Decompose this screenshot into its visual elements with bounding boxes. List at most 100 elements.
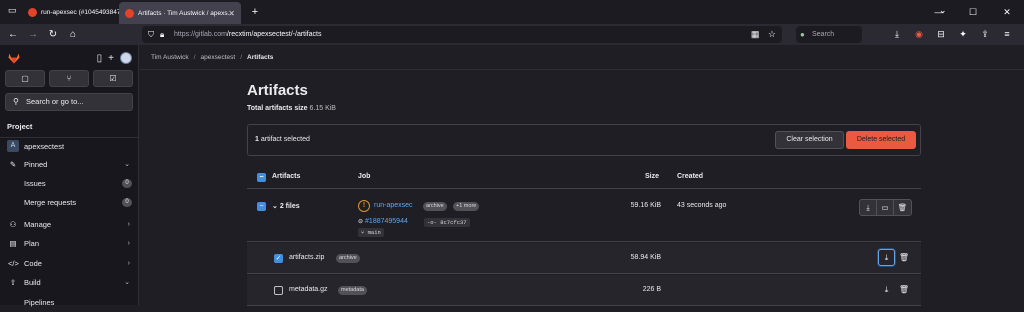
trash-icon[interactable]: 🗑︎ <box>898 249 910 266</box>
pin-icon: ✎ <box>9 160 17 169</box>
file-badge: metadata <box>338 286 367 295</box>
select-all-checkbox[interactable]: − <box>257 173 266 182</box>
total-artifacts-size: Total artifacts size 6.15 KiB <box>247 105 336 112</box>
downloads-icon[interactable]: ⤓ <box>886 26 908 43</box>
warning-status-icon[interactable]: ! <box>358 200 370 212</box>
branch-name: main <box>367 229 381 236</box>
chevron-right-icon: › <box>127 240 130 247</box>
branch-icon: ⑂ <box>361 229 368 236</box>
url-bar[interactable]: ⛉ 🔒︎ https://gitlab.com/recxtim/apexsect… <box>142 26 782 43</box>
breadcrumb-separator: / <box>193 54 196 61</box>
folder-icon[interactable]: ▭ <box>877 200 894 215</box>
expand-files-toggle[interactable]: ⌄ 2 files <box>272 202 300 210</box>
forward-icon[interactable]: → <box>24 26 42 43</box>
menu-icon[interactable]: ≡ <box>996 26 1018 43</box>
chevron-right-icon: › <box>127 260 130 267</box>
user-avatar[interactable] <box>120 52 132 64</box>
commit-sha[interactable]: -o- 8c7cfc37 <box>424 218 470 227</box>
sidebar-item-build[interactable]: ⇧ Build ⌄ <box>0 273 139 292</box>
branch-badge[interactable]: ⑂ main <box>358 228 384 237</box>
merge-requests-button[interactable]: ⑂ <box>49 70 89 87</box>
search-input[interactable]: ● Search <box>796 26 862 43</box>
selection-status: 1 artifact selected <box>255 136 310 143</box>
todos-button[interactable]: ☑ <box>93 70 133 87</box>
chevron-down-icon: ⌄ <box>124 279 130 286</box>
gitlab-favicon-icon <box>125 8 134 18</box>
share-icon[interactable]: ⇪ <box>974 26 996 43</box>
breadcrumb: Tim Austwick / apexsectest / Artifacts <box>151 54 273 61</box>
file-checkbox[interactable] <box>274 286 283 295</box>
job-link[interactable]: run-apexsec <box>374 202 413 209</box>
group-size: 59.16 KiB <box>630 202 661 209</box>
gitlab-logo-icon[interactable] <box>8 53 20 64</box>
divider <box>140 69 1024 70</box>
todo-icon: ☑ <box>109 74 117 83</box>
toggle-sidebar-icon[interactable]: ▯ <box>97 53 103 64</box>
sidebar-item-label: Pinned <box>24 160 48 169</box>
sidebar-item-label: Manage <box>24 220 52 229</box>
row-actions: ⤓ ▭ 🗑︎ <box>859 199 912 216</box>
issues-icon: ▢ <box>21 74 29 83</box>
project-avatar: A <box>7 140 19 152</box>
browser-titlebar: ▭ run-apexsec (#10454938475) · ... ✕ Art… <box>0 0 1024 24</box>
sidebar-item-code[interactable]: </> Code › <box>0 254 139 273</box>
maximize-button[interactable]: ☐ <box>956 0 990 24</box>
minimize-button[interactable]: — <box>922 0 956 24</box>
commit-icon: -o- <box>427 219 441 226</box>
group-created: 43 seconds ago <box>677 202 727 209</box>
reload-icon[interactable]: ↻ <box>44 26 62 43</box>
browser-navbar: ← → ↻ ⌂ ⛉ 🔒︎ https://gitlab.com/recxtim/… <box>0 24 1024 45</box>
column-header-job: Job <box>358 173 371 180</box>
home-icon[interactable]: ⌂ <box>64 26 82 43</box>
firefox-view-icon[interactable]: ▭ <box>8 5 17 16</box>
extension-icon[interactable]: ◉ <box>908 26 930 43</box>
delete-selected-button[interactable]: Delete selected <box>846 131 916 149</box>
extensions-icon[interactable]: ✦ <box>952 26 974 43</box>
close-tab-icon[interactable]: ✕ <box>228 9 235 18</box>
group-checkbox[interactable]: − <box>257 202 266 211</box>
download-icon[interactable]: ⤓ <box>878 281 895 298</box>
download-icon[interactable]: ⤓ <box>860 200 877 215</box>
trash-icon[interactable]: 🗑︎ <box>898 281 910 298</box>
back-icon[interactable]: ← <box>4 26 22 43</box>
breadcrumb-current[interactable]: Artifacts <box>247 54 273 61</box>
sidebar-item-manage[interactable]: ⚇ Manage › <box>0 215 139 234</box>
sidebar-section-title: Project <box>7 122 33 131</box>
breadcrumb-item[interactable]: apexsectest <box>201 54 236 61</box>
sidebar-item-pinned[interactable]: ✎ Pinned ⌄ <box>0 155 139 174</box>
sidebar-item-label: Pipelines <box>24 298 55 307</box>
close-window-button[interactable]: ✕ <box>990 0 1024 24</box>
sidebar-item-pipelines[interactable]: Pipelines <box>0 293 139 312</box>
shield-icon[interactable]: ⛉ <box>148 26 154 43</box>
sidebar-item-plan[interactable]: ▤ Plan › <box>0 234 139 253</box>
download-icon[interactable]: ⤓ <box>878 249 895 266</box>
clear-selection-button[interactable]: Clear selection <box>775 131 844 149</box>
bookmark-star-icon[interactable]: ☆ <box>768 29 776 39</box>
count-badge: 0 <box>122 179 132 188</box>
file-badge: archive <box>336 254 360 263</box>
more-badge[interactable]: +1 more <box>453 202 480 211</box>
browser-tab-artifacts[interactable]: Artifacts · Tim Austwick / apexs... ✕ <box>119 2 241 24</box>
assigned-issues-button[interactable]: ▢ <box>5 70 45 87</box>
sidebar-item-project[interactable]: A apexsectest <box>0 137 139 156</box>
total-size-value: 6.15 KiB <box>309 105 336 112</box>
table-row: metadata.gz metadata 226 B ⤓ 🗑︎ <box>247 275 921 306</box>
pipeline-link[interactable]: ⊖ #1887495944 <box>358 218 408 225</box>
extensions-grid-icon[interactable]: ▦ <box>751 29 760 39</box>
job-badge: archive <box>423 202 447 211</box>
breadcrumb-separator: / <box>240 54 242 61</box>
selected-count: 1 <box>255 136 259 143</box>
sidebar-item-label: apexsectest <box>24 142 65 151</box>
file-checkbox[interactable]: ✓ <box>274 254 283 263</box>
breadcrumb-item[interactable]: Tim Austwick <box>151 54 189 61</box>
lock-icon[interactable]: 🔒︎ <box>160 26 164 43</box>
sidebar-item-merge-requests[interactable]: Merge requests 0 <box>0 193 139 212</box>
trash-icon[interactable]: 🗑︎ <box>894 200 911 215</box>
file-name: metadata.gz <box>289 286 328 293</box>
search-or-go-to-button[interactable]: ⚲ Search or go to... <box>5 93 133 111</box>
create-new-button[interactable]: + <box>108 53 114 64</box>
new-tab-button[interactable]: + <box>244 0 266 24</box>
table-header: − Artifacts Job Size Created <box>247 166 921 189</box>
screenshot-icon[interactable]: ⊟ <box>930 26 952 43</box>
sidebar-item-issues[interactable]: Issues 0 <box>0 174 139 193</box>
